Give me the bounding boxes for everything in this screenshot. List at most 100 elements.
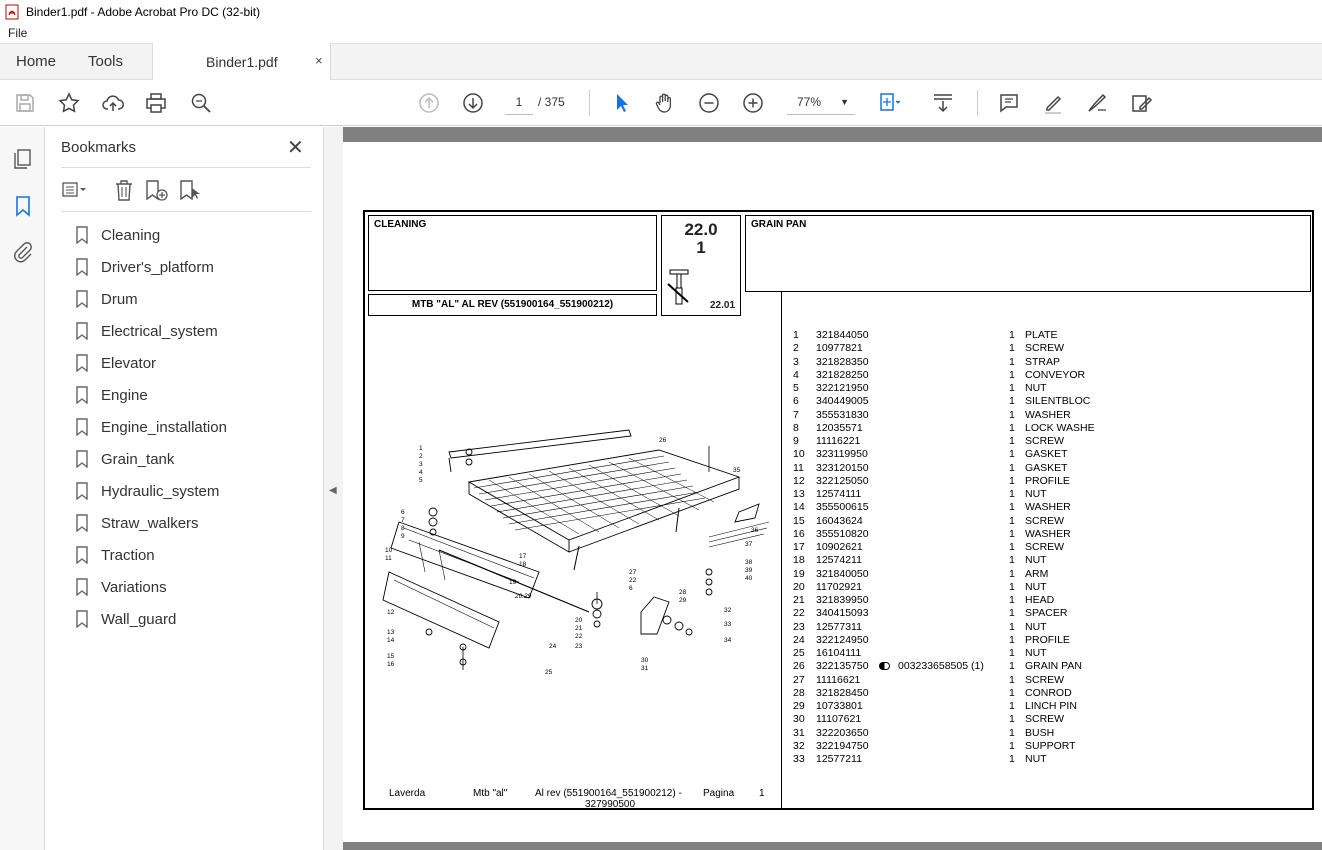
part-code: 340449005 [816, 395, 869, 408]
part-qty: 1 [1009, 329, 1015, 341]
callout-label: 5 [419, 477, 423, 484]
part-description: CONVEYOR [1025, 368, 1086, 381]
zoom-out-icon[interactable] [696, 90, 722, 116]
part-code: 321828250 [816, 368, 869, 381]
page-gap [343, 842, 1322, 850]
bookmark-label: Traction [101, 546, 155, 564]
callout-label: 31 [641, 665, 649, 672]
bookmark-panel-icon[interactable] [11, 194, 35, 218]
group-thumbnail-image [667, 269, 689, 305]
callout-label: 34 [724, 637, 732, 644]
part-number: 28 [793, 686, 805, 699]
part-description: ARM [1025, 567, 1049, 580]
bookmark-item[interactable]: Hydraulic_system [75, 479, 305, 503]
window-title: Binder1.pdf - Adobe Acrobat Pro DC (32-b… [26, 5, 261, 19]
bookmark-item[interactable]: Electrical_system [75, 319, 305, 343]
bookmark-item[interactable]: Straw_walkers [75, 511, 305, 535]
part-qty: 1 [1009, 342, 1015, 355]
zoom-level-select[interactable]: 77% ▼ [787, 91, 855, 115]
save-icon[interactable] [12, 90, 38, 116]
close-icon[interactable]: ✕ [287, 135, 304, 160]
bookmark-item[interactable]: Grain_tank [75, 447, 305, 471]
part-code: 11116621 [816, 673, 861, 686]
callout-label: 17 [519, 553, 527, 560]
part-qty: 1 [1009, 594, 1015, 606]
tab-bar: Home Tools Binder1.pdf × [0, 43, 1322, 81]
callout-label: 10 [385, 547, 393, 554]
upload-cloud-icon[interactable] [100, 90, 126, 116]
bookmark-item[interactable]: Drum [75, 287, 305, 311]
part-number: 5 [793, 382, 799, 394]
document-viewport[interactable]: CLEANING MTB "AL" AL REV (551900164_5519… [343, 127, 1322, 850]
highlight-pen-icon[interactable] [1040, 90, 1066, 116]
part-number: 26 [793, 660, 805, 673]
callout-label: 3 [419, 461, 423, 468]
star-icon[interactable] [56, 90, 82, 116]
part-description: NUT [1025, 620, 1047, 633]
attachment-icon[interactable] [11, 240, 35, 264]
comment-icon[interactable] [996, 90, 1022, 116]
bookmark-item[interactable]: Elevator [75, 351, 305, 375]
part-code: 323119950 [816, 448, 868, 461]
callout-label: 16 [387, 661, 395, 668]
bookmark-from-selection-icon[interactable] [177, 177, 203, 203]
find-icon[interactable] [188, 90, 214, 116]
bookmark-label: Grain_tank [101, 450, 175, 468]
scroll-mode-icon[interactable] [930, 90, 956, 116]
part-alternate: 003233658505 (1) [879, 660, 984, 672]
hand-tool-icon[interactable] [652, 90, 678, 116]
menu-file[interactable]: File [8, 26, 27, 40]
bookmark-options-icon[interactable] [61, 177, 87, 203]
next-page-icon[interactable] [460, 90, 486, 116]
group-sub: 1 [696, 238, 706, 257]
part-qty: 1 [1009, 753, 1015, 765]
delete-icon[interactable] [111, 177, 137, 203]
part-qty: 1 [1009, 395, 1015, 408]
part-code: 321839950 [816, 594, 869, 606]
part-description: HEAD [1025, 594, 1055, 606]
bookmark-item[interactable]: Cleaning [75, 223, 305, 247]
tab-document[interactable]: Binder1.pdf × [152, 43, 331, 81]
collapse-panel-icon[interactable]: ◀ [329, 485, 337, 496]
part-description: PROFILE [1025, 474, 1070, 487]
zoom-in-icon[interactable] [740, 90, 766, 116]
toolbar-divider [977, 90, 978, 116]
menu-bar: File [0, 24, 1322, 44]
model-box: MTB "AL" AL REV (551900164_551900212) [368, 294, 657, 316]
part-code: 340415093 [816, 607, 869, 620]
callout-label: 15 [387, 653, 395, 660]
acrobat-icon [5, 4, 19, 20]
bookmark-item[interactable]: Traction [75, 543, 305, 567]
panel-splitter[interactable]: ◀ [324, 127, 343, 850]
print-icon[interactable] [143, 90, 169, 116]
bookmark-item[interactable]: Variations [75, 575, 305, 599]
page-number-input[interactable]: 1 [505, 91, 533, 115]
page-thumbnails-icon[interactable] [11, 147, 35, 171]
part-code: 321828350 [816, 355, 869, 368]
tab-home[interactable]: Home [16, 53, 56, 70]
callout-label: 6 [401, 509, 405, 516]
edit-pdf-icon[interactable] [1128, 90, 1154, 116]
part-alternate-code: 003233658505 (1) [898, 660, 984, 673]
left-rail [0, 127, 45, 850]
bookmark-item[interactable]: Driver's_platform [75, 255, 305, 279]
bookmark-item[interactable]: Engine [75, 383, 305, 407]
close-tab-icon[interactable]: × [315, 53, 323, 68]
callout-label: 19 [509, 579, 517, 586]
bookmark-label: Drum [101, 290, 138, 308]
part-group-title: GRAIN PAN [751, 219, 807, 230]
sign-icon[interactable] [1084, 90, 1110, 116]
part-code: 11116221 [816, 435, 861, 447]
footer-brand: Laverda [389, 788, 426, 799]
part-qty: 1 [1009, 726, 1015, 739]
select-tool-icon[interactable] [608, 90, 634, 116]
part-number: 32 [793, 739, 805, 752]
footer-revision-code: 327990500 [585, 799, 636, 810]
previous-page-icon[interactable] [416, 90, 442, 116]
tab-tools[interactable]: Tools [88, 53, 123, 70]
page-fit-icon[interactable] [876, 90, 902, 116]
bookmark-icon [76, 354, 88, 372]
new-bookmark-icon[interactable] [143, 177, 169, 203]
bookmark-item[interactable]: Wall_guard [75, 607, 305, 631]
bookmark-item[interactable]: Engine_installation [75, 415, 305, 439]
